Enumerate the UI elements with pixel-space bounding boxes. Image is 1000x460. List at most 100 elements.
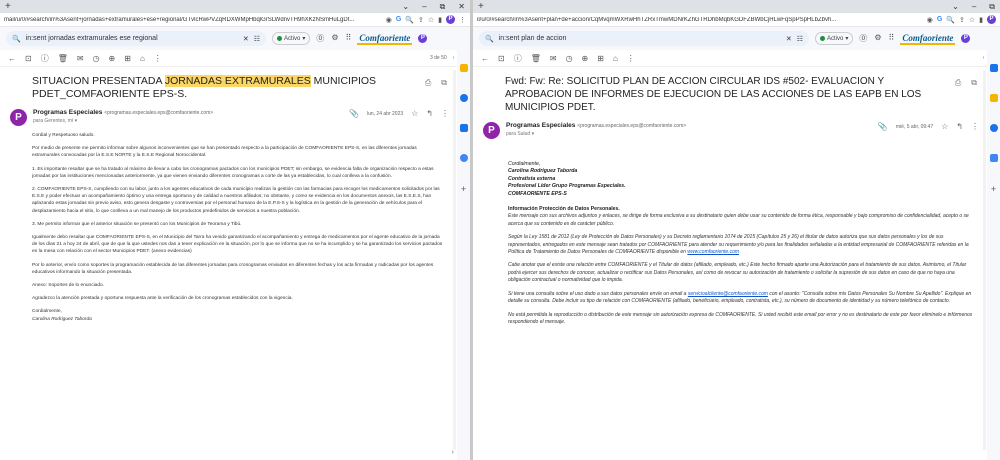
zoom-icon[interactable]: 🔍 xyxy=(946,16,955,24)
tasks-icon[interactable] xyxy=(459,154,468,162)
search-icon[interactable]: 🔍 xyxy=(485,35,494,43)
url-text[interactable]: il/u/0/#search/in%3Asent+plan+de+accion/… xyxy=(477,17,927,23)
scroll-right-icon[interactable]: › xyxy=(452,449,454,456)
google-icon[interactable]: G xyxy=(396,16,401,23)
prev-icon[interactable]: ‹ xyxy=(453,55,455,61)
eye-icon[interactable]: ◉ xyxy=(386,16,392,24)
open-new-window-icon[interactable]: ⧉ xyxy=(971,76,977,89)
star-icon[interactable]: ☆ xyxy=(411,109,418,118)
address-bar[interactable]: il/u/0/#search/in%3Asent+plan+de+accion/… xyxy=(473,13,1000,27)
more-options-icon[interactable]: ⋮ xyxy=(441,109,449,118)
add-task-icon[interactable]: ⊕ xyxy=(582,54,589,63)
restore-icon[interactable]: ⧉ xyxy=(989,2,995,12)
filter-icon[interactable]: ☷ xyxy=(254,35,260,43)
filter-icon[interactable]: ☷ xyxy=(797,35,803,43)
settings-icon[interactable]: ⚙ xyxy=(874,33,881,44)
new-tab-icon[interactable]: + xyxy=(478,1,484,12)
url-text[interactable]: mail/u/0/#search/in%3Asent+jornadas+extr… xyxy=(4,17,386,23)
settings-icon[interactable]: ⚙ xyxy=(331,33,338,44)
search-box[interactable]: 🔍 in:sent jornadas extramurales ese regi… xyxy=(6,31,266,46)
snooze-icon[interactable]: ◷ xyxy=(93,54,100,63)
close-icon[interactable]: ✕ xyxy=(458,2,465,12)
back-icon[interactable]: ← xyxy=(8,54,16,63)
label-icon[interactable]: ⌂ xyxy=(613,54,618,63)
contacts-icon[interactable] xyxy=(989,154,998,162)
google-icon[interactable]: G xyxy=(937,16,942,23)
status-selector[interactable]: Activo ▾ xyxy=(815,32,854,45)
move-icon[interactable]: ⊞ xyxy=(597,54,604,63)
add-addon-icon[interactable]: + xyxy=(461,184,466,194)
apps-icon[interactable]: ⠿ xyxy=(346,33,352,44)
tasks-icon[interactable] xyxy=(989,124,998,132)
help-icon[interactable]: ⓪ xyxy=(859,33,867,44)
clear-search-icon[interactable]: ✕ xyxy=(243,35,249,43)
profile-avatar[interactable]: P xyxy=(446,15,455,24)
star-icon[interactable]: ☆ xyxy=(969,16,975,24)
star-icon[interactable]: ☆ xyxy=(428,16,434,24)
report-spam-icon[interactable]: ⓘ xyxy=(41,53,49,64)
zoom-icon[interactable]: 🔍 xyxy=(405,16,414,24)
address-bar[interactable]: mail/u/0/#search/in%3Asent+jornadas+extr… xyxy=(0,13,470,27)
new-tab-icon[interactable]: + xyxy=(5,1,11,12)
recipients[interactable]: para Gerentes, mí ▾ xyxy=(33,118,213,124)
status-selector[interactable]: Activo ▾ xyxy=(272,32,311,45)
tab-search-icon[interactable]: ⌄ xyxy=(952,2,959,12)
label-icon[interactable]: ⌂ xyxy=(140,54,145,63)
print-icon[interactable]: ⎙ xyxy=(425,76,431,89)
minimize-icon[interactable]: – xyxy=(972,2,976,12)
clear-search-icon[interactable]: ✕ xyxy=(786,35,792,43)
reply-icon[interactable]: ↰ xyxy=(956,122,963,131)
delete-icon[interactable]: 🗑 xyxy=(58,54,68,63)
sender-avatar[interactable]: P xyxy=(10,109,27,126)
move-icon[interactable]: ⊞ xyxy=(124,54,131,63)
eye-icon[interactable]: ◉ xyxy=(927,16,933,24)
sender-avatar[interactable]: P xyxy=(483,122,500,139)
more-icon[interactable]: ⋮ xyxy=(154,54,162,63)
contacts-icon[interactable] xyxy=(459,124,468,132)
tab-search-icon[interactable]: ⌄ xyxy=(402,2,409,12)
prev-icon[interactable]: ‹ xyxy=(983,55,985,61)
delete-icon[interactable]: 🗑 xyxy=(531,54,541,63)
account-avatar[interactable]: P xyxy=(961,34,971,43)
more-icon[interactable]: ⋮ xyxy=(627,54,635,63)
archive-icon[interactable]: ⊡ xyxy=(25,54,32,63)
mark-unread-icon[interactable]: ✉ xyxy=(550,54,557,63)
restore-icon[interactable]: ⧉ xyxy=(440,2,446,12)
search-input[interactable]: in:sent plan de accion xyxy=(499,35,781,42)
account-avatar[interactable]: P xyxy=(418,34,428,43)
calendar-icon[interactable] xyxy=(459,64,468,72)
help-icon[interactable]: ⓪ xyxy=(316,33,324,44)
mark-unread-icon[interactable]: ✉ xyxy=(77,54,84,63)
share-icon[interactable]: ⇪ xyxy=(959,16,965,24)
sidepanel-icon[interactable]: ▮ xyxy=(979,16,983,24)
scrollbar[interactable] xyxy=(453,70,456,450)
scrollbar[interactable] xyxy=(983,70,986,450)
open-new-window-icon[interactable]: ⧉ xyxy=(441,76,447,89)
back-icon[interactable]: ← xyxy=(481,54,489,63)
sender-name[interactable]: Programas Especiales xyxy=(506,122,575,129)
add-task-icon[interactable]: ⊕ xyxy=(109,54,116,63)
website-link[interactable]: www.comfaoriente.com xyxy=(687,249,739,255)
email-link[interactable]: servicioalcliente@comfaoriente.com xyxy=(688,291,768,297)
search-box[interactable]: 🔍 in:sent plan de accion ✕ ☷ xyxy=(479,31,809,46)
search-icon[interactable]: 🔍 xyxy=(12,35,21,43)
archive-icon[interactable]: ⊡ xyxy=(498,54,505,63)
share-icon[interactable]: ⇪ xyxy=(418,16,424,24)
search-input[interactable]: in:sent jornadas extramurales ese region… xyxy=(26,35,238,42)
more-options-icon[interactable]: ⋮ xyxy=(971,122,979,131)
menu-icon[interactable]: ⋮ xyxy=(459,16,466,24)
snooze-icon[interactable]: ◷ xyxy=(566,54,573,63)
reply-icon[interactable]: ↰ xyxy=(426,109,433,118)
recipients[interactable]: para Salud ▾ xyxy=(506,131,686,137)
minimize-icon[interactable]: – xyxy=(422,2,426,12)
report-spam-icon[interactable]: ⓘ xyxy=(514,53,522,64)
print-icon[interactable]: ⎙ xyxy=(955,76,961,89)
calendar-icon[interactable] xyxy=(989,64,998,72)
add-addon-icon[interactable]: + xyxy=(991,184,996,194)
apps-icon[interactable]: ⠿ xyxy=(889,33,895,44)
keep-icon[interactable] xyxy=(459,94,468,102)
star-icon[interactable]: ☆ xyxy=(941,122,948,131)
keep-icon[interactable] xyxy=(989,94,998,102)
sidepanel-icon[interactable]: ▮ xyxy=(438,16,442,24)
profile-avatar[interactable]: P xyxy=(987,15,996,24)
